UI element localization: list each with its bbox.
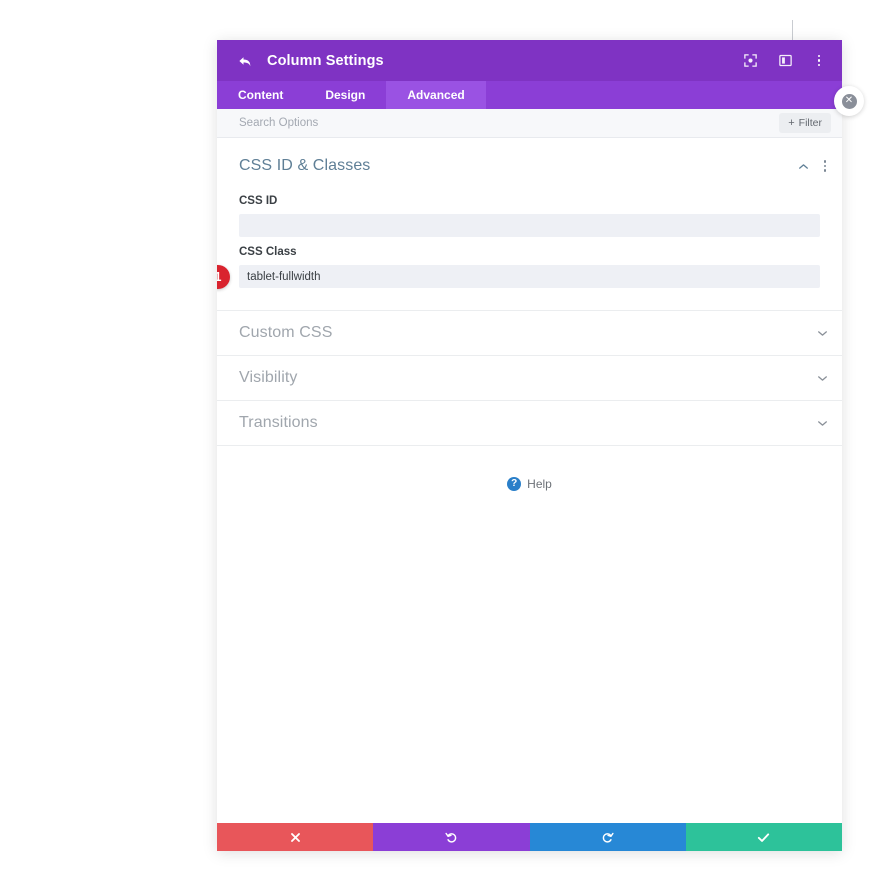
close-icon[interactable]: ✕	[834, 86, 864, 116]
section-transitions[interactable]: Transitions	[217, 401, 842, 446]
modal-header: Column Settings ✕	[217, 40, 864, 116]
section-header[interactable]: CSS ID & Classes	[217, 138, 842, 183]
search-row: + Filter	[217, 109, 842, 138]
css-class-label: CSS Class	[239, 246, 297, 258]
section-visibility[interactable]: Visibility	[217, 356, 842, 401]
section-title: Transitions	[239, 414, 318, 431]
section-content: CSS ID CSS Class 1	[217, 183, 842, 310]
header-icon-group	[742, 53, 826, 69]
css-class-field-wrap: 1	[217, 264, 820, 289]
plus-icon: +	[788, 116, 795, 129]
filter-button[interactable]: + Filter	[779, 113, 831, 133]
css-id-field-wrap	[239, 214, 820, 237]
chevron-down-icon[interactable]	[816, 372, 829, 385]
checkmark-icon	[758, 832, 770, 842]
section-title: Visibility	[239, 369, 298, 386]
search-input[interactable]	[239, 109, 780, 137]
undo-button[interactable]	[373, 823, 530, 851]
cancel-button[interactable]	[217, 823, 374, 851]
overflow-menu-icon[interactable]	[812, 53, 826, 69]
modal-footer	[217, 823, 842, 851]
close-x-icon	[290, 832, 300, 842]
filter-button-label: Filter	[798, 117, 822, 129]
save-button[interactable]	[685, 823, 842, 851]
chevron-up-icon[interactable]	[797, 160, 810, 173]
settings-body: CSS ID & Classes CSS ID CSS Class 1 tabl…	[217, 138, 842, 823]
section-title: Custom CSS	[239, 324, 333, 341]
help-row: ? Help	[217, 446, 842, 491]
focus-target-icon[interactable]	[742, 53, 758, 69]
help-label[interactable]: Help	[527, 477, 552, 491]
tab-design[interactable]: Design	[304, 81, 386, 109]
tab-bar: Content Design Advanced	[217, 81, 842, 109]
section-controls	[797, 158, 830, 174]
editor-guide-line	[792, 20, 793, 40]
back-arrow-icon[interactable]	[235, 51, 255, 71]
tab-advanced[interactable]: Advanced	[386, 81, 486, 109]
chevron-down-icon[interactable]	[816, 417, 829, 430]
page-title: Column Settings	[267, 52, 384, 69]
screen-root: Column Settings ✕ Content Design Advance…	[0, 0, 880, 893]
css-class-input[interactable]	[239, 265, 820, 288]
section-custom-css[interactable]: Custom CSS	[217, 311, 842, 356]
section-overflow-menu-icon[interactable]	[821, 158, 830, 174]
chevron-down-icon[interactable]	[816, 327, 829, 340]
tab-content[interactable]: Content	[217, 81, 304, 109]
css-id-label: CSS ID	[239, 195, 278, 207]
column-settings-modal: Column Settings ✕ Content Design Advance…	[217, 40, 864, 851]
redo-icon	[602, 832, 614, 843]
section-css-id-classes: CSS ID & Classes CSS ID CSS Class 1 tabl…	[217, 138, 842, 311]
section-title: CSS ID & Classes	[239, 157, 371, 174]
panel-layout-icon[interactable]	[777, 53, 793, 69]
close-x-glyph: ✕	[841, 93, 857, 109]
css-id-input[interactable]	[239, 214, 820, 237]
undo-icon	[445, 832, 457, 843]
question-mark-icon[interactable]: ?	[507, 477, 522, 491]
redo-button[interactable]	[529, 823, 686, 851]
annotation-badge-1: 1	[217, 264, 230, 289]
